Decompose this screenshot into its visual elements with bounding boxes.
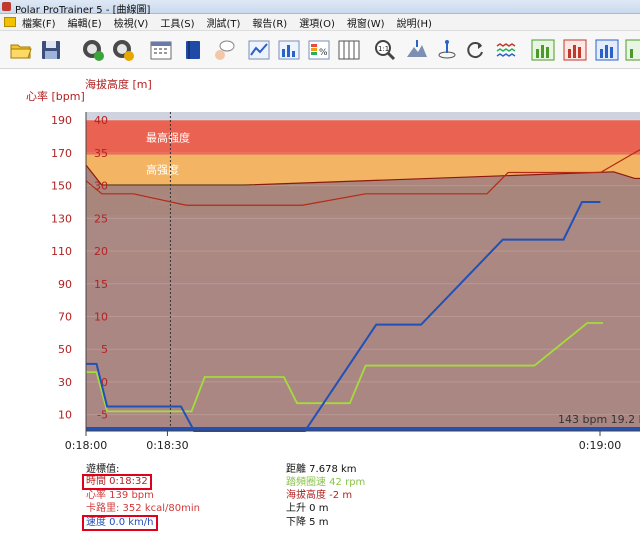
stat-calories: 卡路里: 352 kcal/80min: [86, 503, 200, 514]
stat-time: 時間 0:18:32: [82, 474, 152, 490]
zone-label-2: 高强度: [146, 162, 179, 176]
time-tick-label: 0:18:30: [146, 439, 188, 452]
app-window: Polar ProTrainer 5 - [曲線圖] 檔案(F) 編輯(E) 檢…: [0, 0, 640, 540]
hr-tick-label: 110: [51, 245, 72, 258]
stat-altitude: 海拔高度 -2 m: [286, 490, 353, 501]
altitude-tick-label: 40: [94, 114, 108, 127]
menu-file[interactable]: 檔案(F): [22, 15, 56, 30]
book-icon[interactable]: [180, 37, 206, 63]
bar-chart-icon[interactable]: [276, 37, 302, 63]
cursor-values-header: 遊標值:: [86, 464, 120, 475]
menu-options[interactable]: 選項(O): [299, 15, 335, 30]
zone-label-1: 最高强度: [146, 130, 190, 144]
stat-heart-rate: 心率 139 bpm: [86, 490, 154, 501]
stat-descent: 下降 5 m: [286, 517, 329, 528]
percent-chart-icon[interactable]: %: [306, 37, 332, 63]
time-tick-label: 0:18:00: [65, 439, 107, 452]
chat-icon[interactable]: [210, 37, 236, 63]
stat-distance: 距離 7.678 km: [286, 464, 357, 475]
menu-tools[interactable]: 工具(S): [160, 15, 194, 30]
zoom-label: 1:1: [378, 45, 389, 53]
speed-baseline: [86, 427, 640, 431]
altitude-icon[interactable]: [404, 37, 430, 63]
svg-text:%: %: [319, 48, 328, 58]
curve-chart-icon[interactable]: [246, 37, 272, 63]
stat-cadence: 踏頻圈速 42 rpm: [286, 477, 366, 488]
altitude-tick-label: 5: [101, 343, 108, 356]
calendar-icon[interactable]: [148, 37, 174, 63]
sync-settings-icon[interactable]: [110, 37, 136, 63]
cursor-values-panel: 遊標值: 時間 0:18:32 心率 139 bpm 卡路里: 352 kcal…: [0, 460, 640, 540]
altitude-tick-label: 30: [94, 180, 108, 193]
save-icon[interactable]: [38, 37, 64, 63]
hr-tick-label: 150: [51, 180, 72, 193]
chart-area[interactable]: 海拔高度 [m] 心率 [bpm] 最高强度高强度中强度低强度最低强度19040…: [0, 70, 640, 460]
sync-icon[interactable]: [80, 37, 106, 63]
time-tick-label: 0:19:00: [579, 439, 621, 452]
open-folder-icon[interactable]: [8, 37, 34, 63]
altitude-tick-label: 20: [94, 245, 108, 258]
hr-tick-label: 90: [58, 278, 72, 291]
menu-edit[interactable]: 編輯(E): [68, 15, 102, 30]
title-bar: Polar ProTrainer 5 - [曲線圖]: [0, 0, 640, 16]
hr-tick-label: 130: [51, 212, 72, 225]
zone3-icon[interactable]: [594, 37, 620, 63]
chart-svg[interactable]: 最高强度高强度中强度低强度最低强度19040170351503013025110…: [0, 70, 640, 460]
zone4-icon[interactable]: [624, 37, 640, 63]
altitude-area: [86, 165, 640, 431]
multi-curve-icon[interactable]: [494, 37, 520, 63]
app-logo-icon: [2, 2, 11, 11]
hr-tick-label: 10: [58, 409, 72, 422]
menu-help[interactable]: 說明(H): [397, 15, 432, 30]
zone2-icon[interactable]: [562, 37, 588, 63]
menu-view[interactable]: 檢視(V): [114, 15, 149, 30]
altitude-tick-label: 25: [94, 212, 108, 225]
refresh-icon[interactable]: [462, 37, 488, 63]
stat-speed: 速度 0.0 km/h: [82, 515, 158, 531]
menu-bar: 檔案(F) 編輯(E) 檢視(V) 工具(S) 測試(T) 報告(R) 選項(O…: [0, 14, 640, 31]
altitude-tick-label: 10: [94, 310, 108, 323]
hr-tick-label: 50: [58, 343, 72, 356]
altitude-tick-label: 35: [94, 147, 108, 160]
hr-tick-label: 190: [51, 114, 72, 127]
zone1-icon[interactable]: [530, 37, 556, 63]
menu-folder-icon[interactable]: [4, 17, 16, 27]
zoom-icon[interactable]: 1:1: [372, 37, 398, 63]
table-icon[interactable]: [336, 37, 362, 63]
hr-tick-label: 170: [51, 147, 72, 160]
toolbar: % 1:1: [0, 31, 640, 69]
menu-window[interactable]: 視窗(W): [347, 15, 385, 30]
route-icon[interactable]: [434, 37, 460, 63]
altitude-tick-label: 15: [94, 278, 108, 291]
menu-reports[interactable]: 報告(R): [252, 15, 287, 30]
hr-tick-label: 30: [58, 376, 72, 389]
stat-ascent: 上升 0 m: [286, 503, 329, 514]
cursor-readout: 143 bpm 19.2 k: [558, 413, 640, 426]
menu-test[interactable]: 測試(T): [207, 15, 241, 30]
hr-tick-label: 70: [58, 310, 72, 323]
